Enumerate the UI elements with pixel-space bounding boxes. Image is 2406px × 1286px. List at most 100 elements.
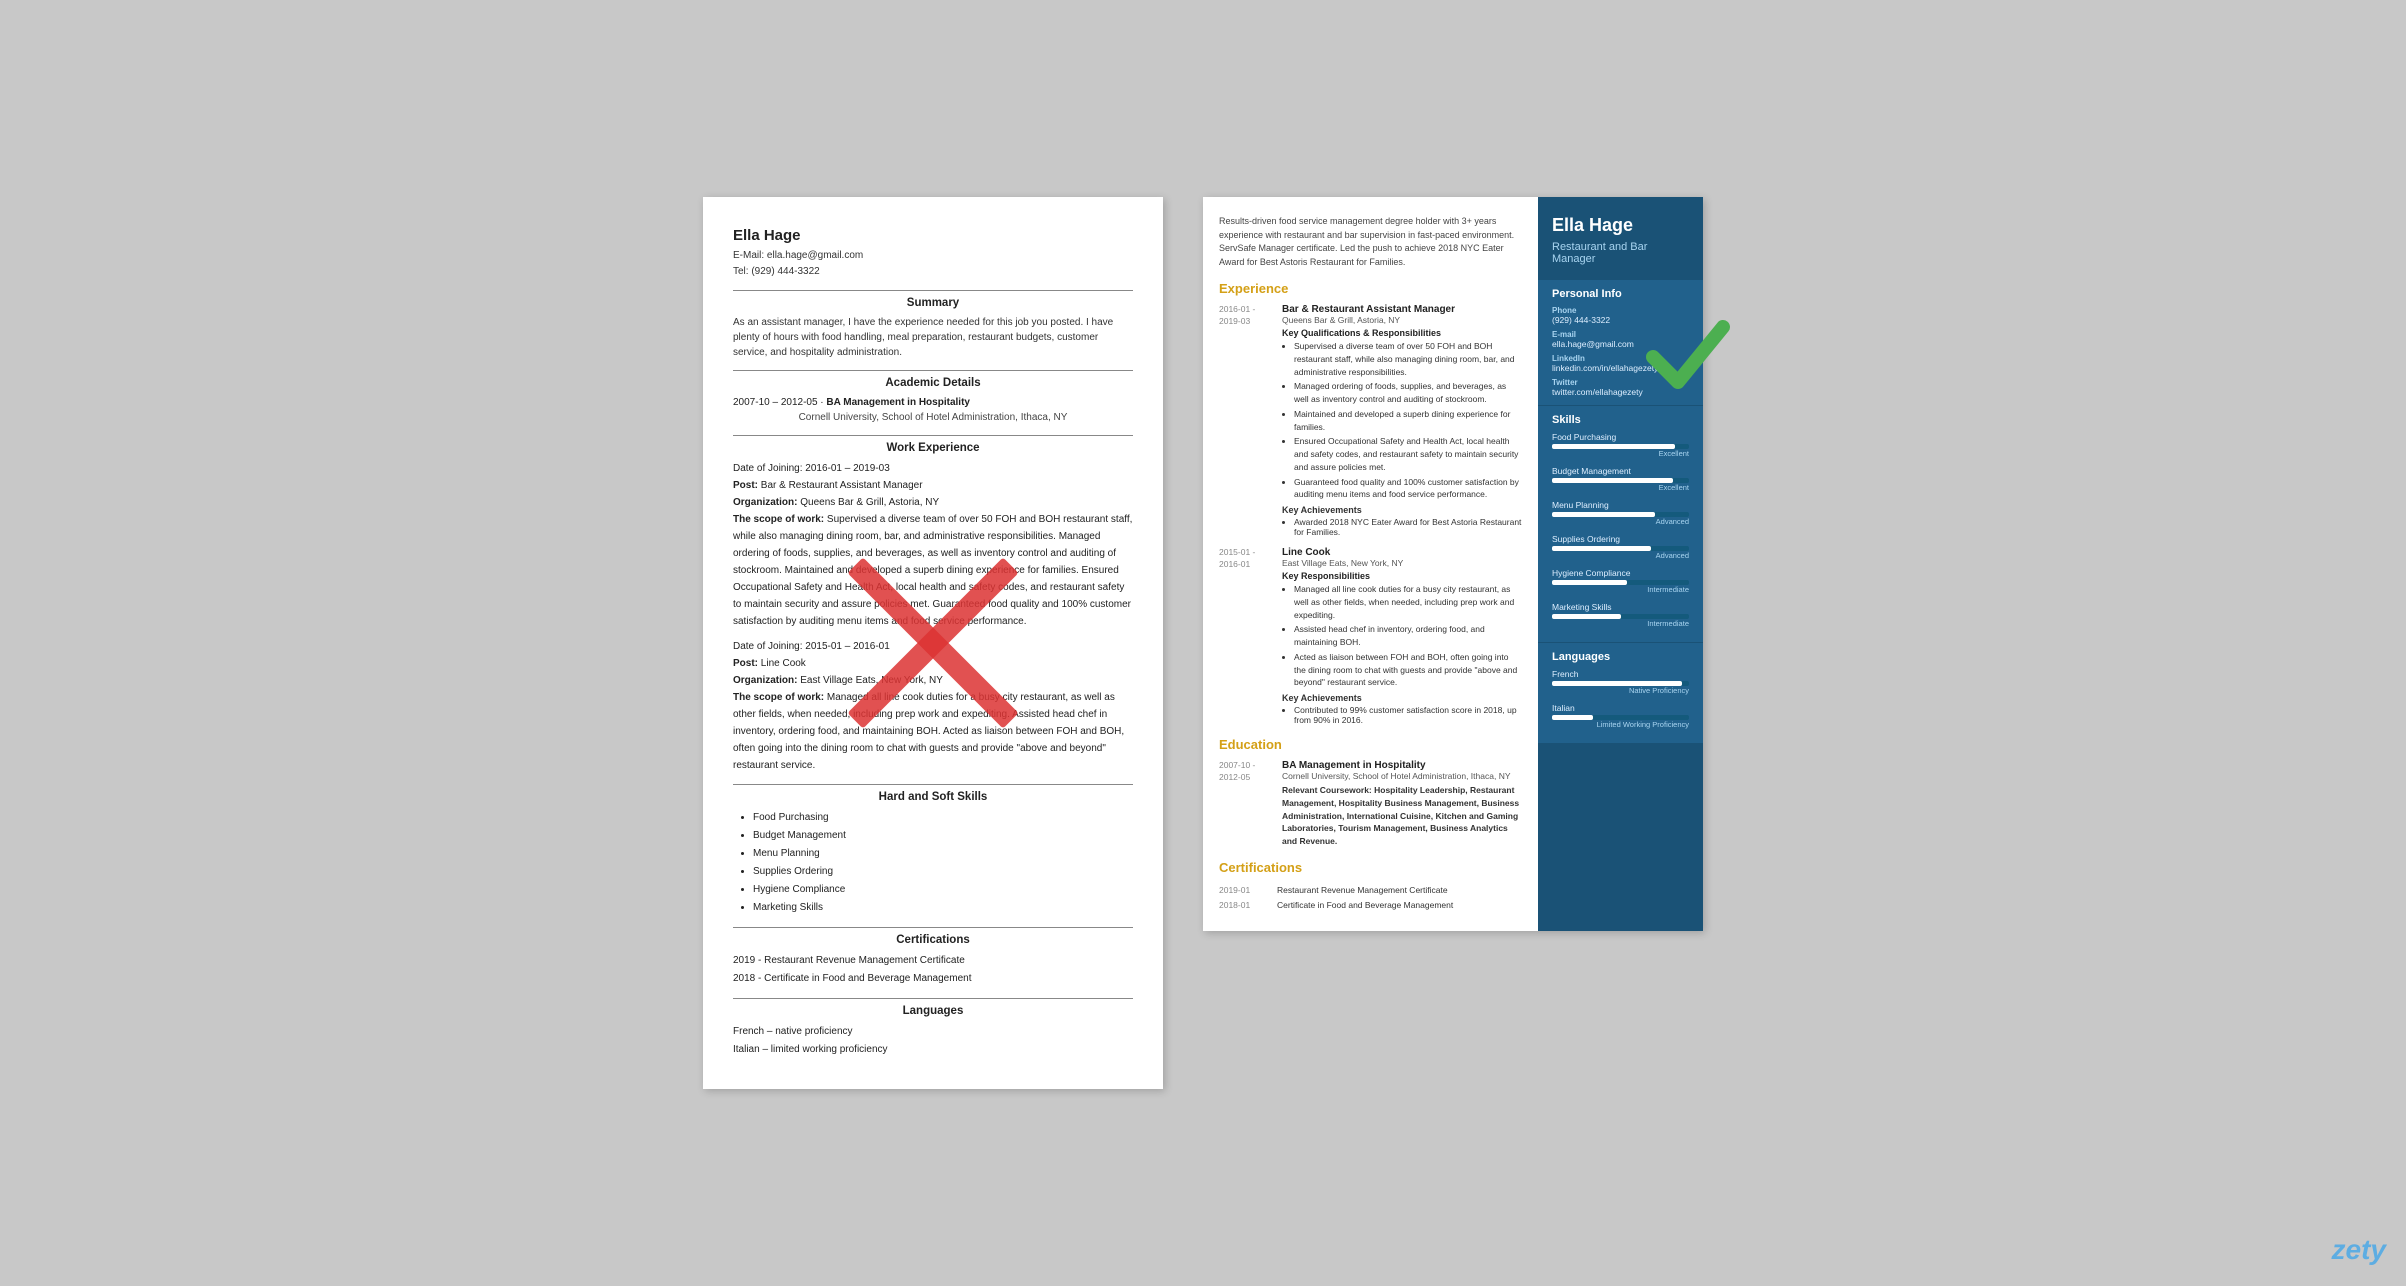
coursework-label: Relevant Coursework: — [1282, 785, 1372, 795]
skill-bar-item: Supplies Ordering Advanced — [1552, 534, 1689, 560]
email-label: E-Mail: — [733, 250, 764, 261]
academic-title: Academic Details — [733, 377, 1133, 389]
divider-certs — [733, 927, 1133, 928]
intro-text: Results-driven food service management d… — [1219, 215, 1522, 269]
skill-bar-item: Food Purchasing Excellent — [1552, 432, 1689, 458]
email-label-sidebar: E-mail — [1552, 330, 1689, 339]
divider-summary — [733, 290, 1133, 291]
job2-doj: Date of Joining: 2015-01 – 2016-01 — [733, 638, 1133, 655]
languages-section-title: Languages — [1552, 651, 1689, 663]
exp-row-1: 2016-01 - 2019-03 Bar & Restaurant Assis… — [1219, 304, 1522, 537]
linkedin-value: linkedin.com/in/ellahagezety — [1552, 363, 1689, 373]
skill-bar-item: Menu Planning Advanced — [1552, 500, 1689, 526]
twitter-label: Twitter — [1552, 378, 1689, 387]
skill-1: Food Purchasing — [753, 809, 1133, 827]
lang-bar-item: Italian Limited Working Proficiency — [1552, 703, 1689, 729]
lang-title: Languages — [733, 1005, 1133, 1017]
page-container: Ella Hage E-Mail: ella.hage@gmail.com Te… — [503, 197, 1903, 1089]
exp2-org: East Village Eats, New York, NY — [1282, 558, 1522, 568]
languages-bars: French Native Proficiency Italian Limite… — [1552, 669, 1689, 729]
skill-5: Hygiene Compliance — [753, 881, 1133, 899]
skill-2: Budget Management — [753, 827, 1133, 845]
edu-coursework: Relevant Coursework: Hospitality Leaders… — [1282, 784, 1522, 848]
divider-lang — [733, 998, 1133, 999]
cert1-date: 2019-01 — [1219, 883, 1267, 898]
certs-title: Certifications — [733, 934, 1133, 946]
lang-1: French – native proficiency — [733, 1023, 1133, 1041]
exp1-achievements: Awarded 2018 NYC Eater Award for Best As… — [1282, 517, 1522, 537]
exp1-bullets: Supervised a diverse team of over 50 FOH… — [1282, 340, 1522, 501]
exp2-content: Line Cook East Village Eats, New York, N… — [1282, 547, 1522, 725]
exp2-bullet-1: Managed all line cook duties for a busy … — [1294, 583, 1522, 621]
job1-scope: The scope of work: Supervised a diverse … — [733, 511, 1133, 630]
work-title: Work Experience — [733, 442, 1133, 454]
exp-row-2: 2015-01 - 2016-01 Line Cook East Village… — [1219, 547, 1522, 725]
exp1-bullet-5: Guaranteed food quality and 100% custome… — [1294, 476, 1522, 502]
twitter-value: twitter.com/ellahagezety — [1552, 387, 1689, 397]
job1-doj: Date of Joining: 2016-01 – 2019-03 — [733, 460, 1133, 477]
job1-org: Organization: Queens Bar & Grill, Astori… — [733, 494, 1133, 511]
resume-styled: Results-driven food service management d… — [1203, 197, 1703, 931]
exp2-bullet-3: Acted as liaison between FOH and BOH, of… — [1294, 651, 1522, 689]
skills-title: Hard and Soft Skills — [733, 791, 1133, 803]
skills-list: Food Purchasing Budget Management Menu P… — [733, 809, 1133, 917]
cert-1: 2019 - Restaurant Revenue Management Cer… — [733, 952, 1133, 970]
sidebar-job-title: Restaurant and Bar Manager — [1552, 241, 1689, 265]
resume-main-content: Results-driven food service management d… — [1203, 197, 1538, 931]
skills-section-title: Skills — [1552, 414, 1689, 426]
phone-value: (929) 444-3322 — [1552, 315, 1689, 325]
cert-row-1: 2019-01 Restaurant Revenue Management Ce… — [1219, 883, 1522, 898]
edu-school-styled: Cornell University, School of Hotel Admi… — [1282, 771, 1522, 781]
skills-bars: Food Purchasing Excellent Budget Managem… — [1552, 432, 1689, 628]
job2-org: Organization: East Village Eats, New Yor… — [733, 672, 1133, 689]
lang-bar-item: French Native Proficiency — [1552, 669, 1689, 695]
resume-plain: Ella Hage E-Mail: ella.hage@gmail.com Te… — [703, 197, 1163, 1089]
job2-fields: Date of Joining: 2015-01 – 2016-01 Post:… — [733, 638, 1133, 774]
phone-label: Phone — [1552, 306, 1689, 315]
edu-school: Cornell University, School of Hotel Admi… — [733, 410, 1133, 425]
exp2-dates: 2015-01 - 2016-01 — [1219, 547, 1274, 725]
skill-bar-item: Hygiene Compliance Intermediate — [1552, 568, 1689, 594]
edu-degree: BA Management in Hospitality — [826, 397, 970, 408]
summary-text: As an assistant manager, I have the expe… — [733, 315, 1133, 360]
plain-contact: E-Mail: ella.hage@gmail.com Tel: (929) 4… — [733, 248, 1133, 280]
email-value-sidebar: ella.hage@gmail.com — [1552, 339, 1689, 349]
cert-row-2: 2018-01 Certificate in Food and Beverage… — [1219, 898, 1522, 913]
tel-label: Tel: — [733, 266, 749, 277]
job2-scope: The scope of work: Managed all line cook… — [733, 689, 1133, 774]
divider-academic — [733, 370, 1133, 371]
exp1-bullet-4: Ensured Occupational Safety and Health A… — [1294, 435, 1522, 473]
linkedin-label: LinkedIn — [1552, 354, 1689, 363]
skill-4: Supplies Ordering — [753, 863, 1133, 881]
exp2-bullet-2: Assisted head chef in inventory, orderin… — [1294, 623, 1522, 649]
email-value: ella.hage@gmail.com — [767, 250, 863, 261]
skill-bar-item: Marketing Skills Intermediate — [1552, 602, 1689, 628]
edu-entry: 2007-10 – 2012-05 · BA Management in Hos… — [733, 395, 1133, 425]
divider-skills — [733, 784, 1133, 785]
exp1-bullet-2: Managed ordering of foods, supplies, and… — [1294, 380, 1522, 406]
edu-dates: 2007-10 – 2012-05 — [733, 397, 818, 408]
sidebar-skills: Skills Food Purchasing Excellent Budget … — [1538, 406, 1703, 642]
exp2-bullets: Managed all line cook duties for a busy … — [1282, 583, 1522, 689]
job2-post: Post: Line Cook — [733, 655, 1133, 672]
exp1-qual-title: Key Qualifications & Responsibilities — [1282, 328, 1522, 338]
experience-header: Experience — [1219, 281, 1522, 296]
zety-watermark: zety — [2332, 1234, 2386, 1266]
tel-value: (929) 444-3322 — [751, 266, 819, 277]
certs-header-styled: Certifications — [1219, 860, 1522, 875]
job1-post: Post: Bar & Restaurant Assistant Manager — [733, 477, 1133, 494]
education-header: Education — [1219, 737, 1522, 752]
sidebar-header: Ella Hage Restaurant and Bar Manager — [1538, 197, 1703, 279]
exp2-achievements: Contributed to 99% customer satisfaction… — [1282, 705, 1522, 725]
exp1-title: Bar & Restaurant Assistant Manager — [1282, 304, 1522, 315]
lang-2: Italian – limited working proficiency — [733, 1041, 1133, 1059]
resume-sidebar: Ella Hage Restaurant and Bar Manager Per… — [1538, 197, 1703, 931]
exp2-resp-title: Key Responsibilities — [1282, 571, 1522, 581]
edu-content: BA Management in Hospitality Cornell Uni… — [1282, 760, 1522, 848]
exp1-org: Queens Bar & Grill, Astoria, NY — [1282, 315, 1522, 325]
cert-2: 2018 - Certificate in Food and Beverage … — [733, 970, 1133, 988]
personal-info-title: Personal Info — [1552, 288, 1689, 300]
sidebar-personal-info: Personal Info Phone (929) 444-3322 E-mai… — [1538, 280, 1703, 405]
summary-title: Summary — [733, 297, 1133, 309]
cert2-text: Certificate in Food and Beverage Managem… — [1277, 898, 1453, 913]
